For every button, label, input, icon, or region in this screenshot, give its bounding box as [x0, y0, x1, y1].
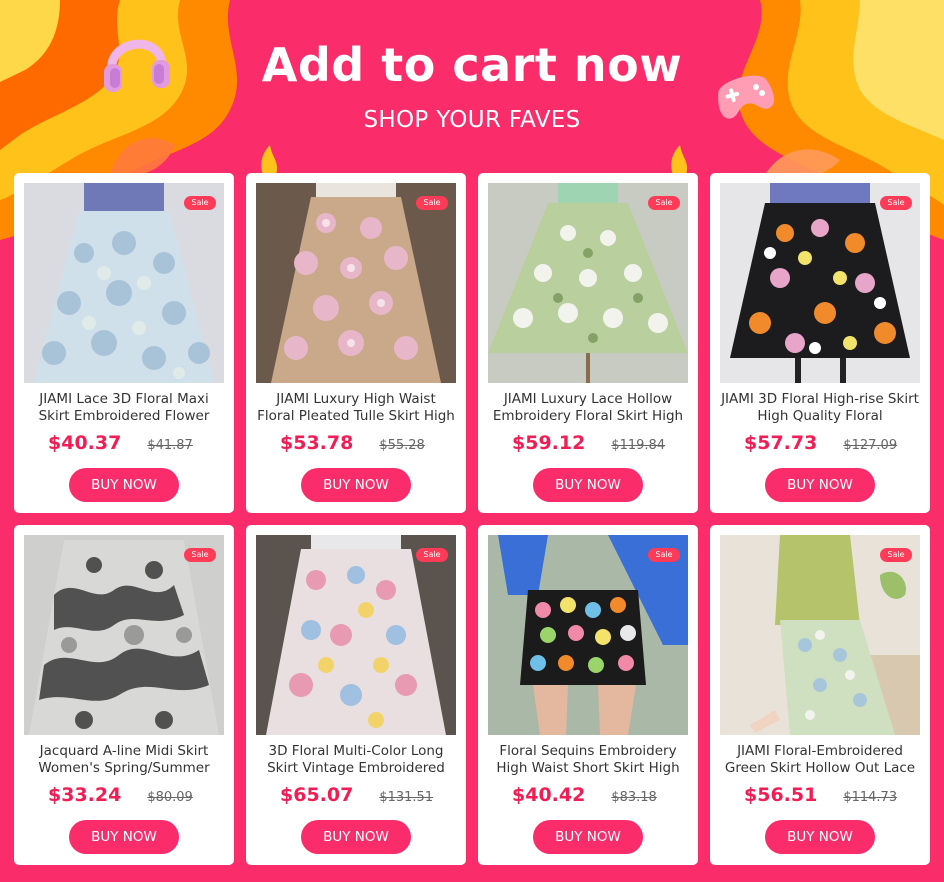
- buy-now-button[interactable]: BUY NOW: [69, 468, 179, 502]
- product-title[interactable]: JIAMI Floral-Embroidered Green Skirt Hol…: [720, 743, 920, 779]
- sale-badge: Sale: [880, 196, 912, 210]
- product-title[interactable]: JIAMI 3D Floral High-rise Skirt High Qua…: [720, 391, 920, 427]
- product-title[interactable]: JIAMI Lace 3D Floral Maxi Skirt Embroide…: [24, 391, 224, 427]
- product-old-price: $80.09: [147, 790, 193, 805]
- product-title[interactable]: 3D Floral Multi-Color Long Skirt Vintage…: [256, 743, 456, 779]
- product-image[interactable]: Sale: [720, 183, 920, 383]
- product-card[interactable]: Sale JIAMI Luxury Lace Hollow Embroidery…: [478, 173, 698, 513]
- product-title[interactable]: JIAMI Luxury High Waist Floral Pleated T…: [256, 391, 456, 427]
- sale-badge: Sale: [648, 196, 680, 210]
- buy-now-button[interactable]: BUY NOW: [301, 468, 411, 502]
- product-image[interactable]: Sale: [24, 535, 224, 735]
- sale-badge: Sale: [416, 196, 448, 210]
- product-price: $59.12: [512, 432, 586, 454]
- buy-now-button[interactable]: BUY NOW: [69, 820, 179, 854]
- sale-badge: Sale: [880, 548, 912, 562]
- product-title[interactable]: JIAMI Luxury Lace Hollow Embroidery Flor…: [488, 391, 688, 427]
- product-old-price: $131.51: [379, 790, 434, 805]
- product-title[interactable]: Floral Sequins Embroidery High Waist Sho…: [488, 743, 688, 779]
- buy-now-button[interactable]: BUY NOW: [533, 820, 643, 854]
- banner-subline: SHOP YOUR FAVES: [363, 107, 581, 133]
- product-price: $40.37: [48, 432, 122, 454]
- product-card[interactable]: Sale 3D Floral Multi-Color Long Skirt Vi…: [246, 525, 466, 865]
- product-old-price: $119.84: [611, 438, 666, 453]
- product-price: $56.51: [744, 784, 818, 806]
- product-old-price: $55.28: [379, 438, 425, 453]
- product-image[interactable]: Sale: [720, 535, 920, 735]
- sale-badge: Sale: [184, 548, 216, 562]
- product-card[interactable]: Sale Jacquard A-line Midi Skirt Women's …: [14, 525, 234, 865]
- product-old-price: $41.87: [147, 438, 193, 453]
- buy-now-button[interactable]: BUY NOW: [533, 468, 643, 502]
- product-image[interactable]: Sale: [256, 183, 456, 383]
- product-title[interactable]: Jacquard A-line Midi Skirt Women's Sprin…: [24, 743, 224, 779]
- product-card[interactable]: Sale JIAMI Lace 3D Floral Maxi Skirt Emb…: [14, 173, 234, 513]
- product-image[interactable]: Sale: [488, 535, 688, 735]
- product-grid: Sale JIAMI Lace 3D Floral Maxi Skirt Emb…: [14, 173, 930, 865]
- product-card[interactable]: Sale JIAMI 3D Floral High-rise Skirt Hig…: [710, 173, 930, 513]
- product-image[interactable]: Sale: [488, 183, 688, 383]
- buy-now-button[interactable]: BUY NOW: [301, 820, 411, 854]
- buy-now-button[interactable]: BUY NOW: [765, 468, 875, 502]
- product-image[interactable]: Sale: [256, 535, 456, 735]
- product-card[interactable]: Sale JIAMI Luxury High Waist Floral Plea…: [246, 173, 466, 513]
- product-card[interactable]: Sale Floral Sequins Embroidery High Wais…: [478, 525, 698, 865]
- product-price: $40.42: [512, 784, 586, 806]
- banner-headline: Add to cart now: [261, 38, 683, 92]
- product-image[interactable]: Sale: [24, 183, 224, 383]
- product-price: $33.24: [48, 784, 122, 806]
- product-price: $65.07: [280, 784, 354, 806]
- product-old-price: $83.18: [611, 790, 657, 805]
- product-price: $53.78: [280, 432, 354, 454]
- product-old-price: $114.73: [843, 790, 898, 805]
- buy-now-button[interactable]: BUY NOW: [765, 820, 875, 854]
- sale-badge: Sale: [416, 548, 448, 562]
- sale-badge: Sale: [184, 196, 216, 210]
- sale-badge: Sale: [648, 548, 680, 562]
- product-price: $57.73: [744, 432, 818, 454]
- product-card[interactable]: Sale JIAMI Floral-Embroidered Green Skir…: [710, 525, 930, 865]
- product-old-price: $127.09: [843, 438, 898, 453]
